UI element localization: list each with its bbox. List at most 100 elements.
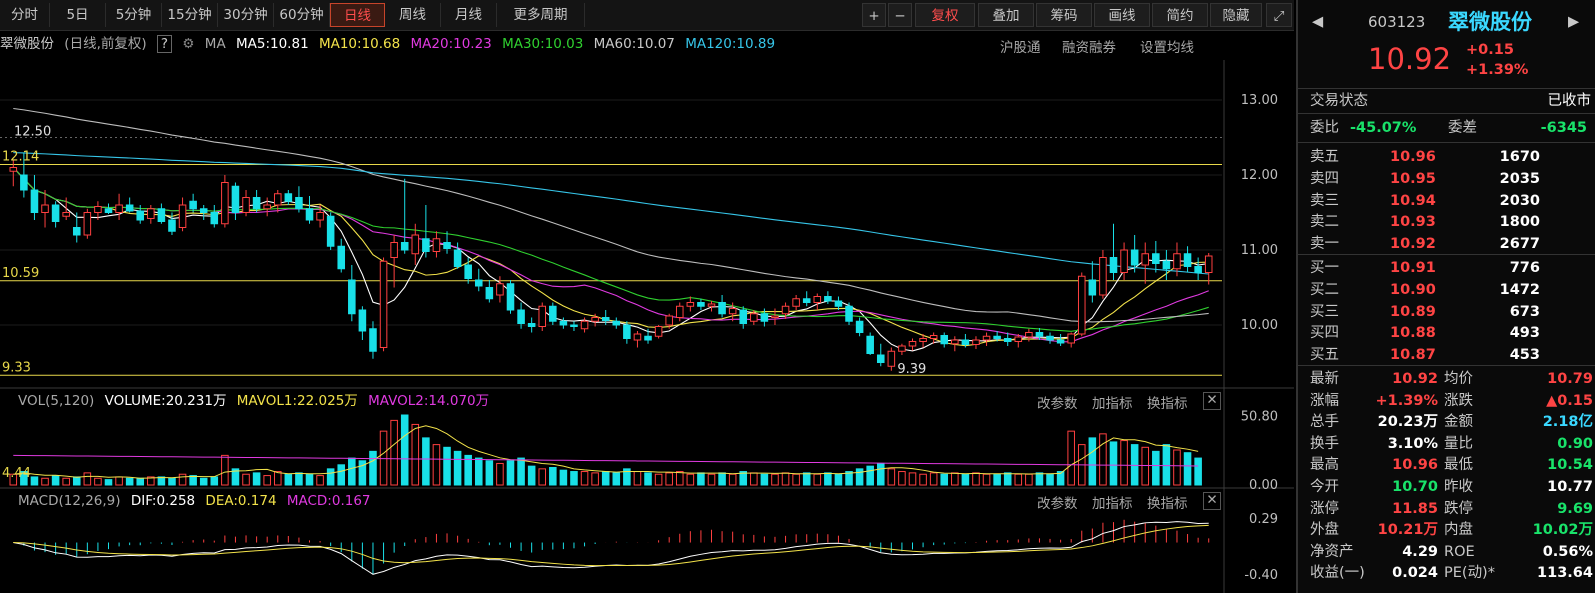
stat-value: 0.90 xyxy=(1557,435,1593,452)
period-tab[interactable]: 15分钟 xyxy=(162,3,218,27)
draw-button[interactable]: 画线 xyxy=(1094,3,1150,27)
volume-bar xyxy=(813,473,822,486)
price-tick: 12.00 xyxy=(1241,168,1278,183)
candle-body xyxy=(855,320,864,333)
overlay-button[interactable]: 叠加 xyxy=(978,3,1034,27)
candle-body xyxy=(104,208,113,213)
volume-bar xyxy=(41,477,49,486)
macd-dif: DIF:0.258 xyxy=(130,493,196,509)
stat-row: 最高 10.96 最低 10.54 xyxy=(1298,454,1595,476)
fullscreen-icon[interactable]: ⤢ xyxy=(1266,3,1292,27)
volume-bar xyxy=(633,471,642,486)
volume-bar xyxy=(750,472,758,486)
chevron-right-icon[interactable]: ▶ xyxy=(1568,10,1579,34)
vol-switch-button[interactable]: 换指标 xyxy=(1147,392,1188,412)
candle-body xyxy=(221,182,229,225)
stat-value: 10.02万 xyxy=(1532,522,1593,539)
chips-button[interactable]: 筹码 xyxy=(1036,3,1092,27)
volume-bar xyxy=(1152,450,1160,486)
candle-body xyxy=(908,341,917,347)
stat-value: 0.024 xyxy=(1392,565,1438,582)
volume-bar xyxy=(453,450,462,486)
volume-bar xyxy=(30,476,39,486)
vol-mavol2: MAVOL2:14.070万 xyxy=(368,393,490,409)
stat-row: 换手 3.10% 量比 0.90 xyxy=(1298,433,1595,455)
vol-legend: VOL(5,120) VOLUME:20.231万 MAVOL1:22.025万… xyxy=(0,390,495,412)
volume-bar xyxy=(993,473,1001,486)
candle-body xyxy=(411,234,420,255)
volume-bar xyxy=(390,419,398,486)
candle-body xyxy=(210,212,219,225)
volume-bar xyxy=(252,472,261,486)
volume-bar xyxy=(1162,444,1171,486)
period-tab[interactable]: 更多周期 xyxy=(497,3,585,27)
level-volume: 1670 xyxy=(1499,149,1540,165)
period-tab[interactable]: 周线 xyxy=(385,3,441,27)
period-tab[interactable]: 5分钟 xyxy=(106,3,162,27)
restore-button[interactable]: 复权 xyxy=(915,3,975,27)
stat-value: ▲0.15 xyxy=(1546,392,1593,409)
volume-bar xyxy=(686,473,695,486)
candle-body xyxy=(337,245,346,270)
macd-params-button[interactable]: 改参数 xyxy=(1037,492,1078,512)
price-tick: 11.00 xyxy=(1241,243,1278,258)
stat-label: 最高 xyxy=(1310,457,1339,474)
candle-body xyxy=(982,335,991,341)
period-tab[interactable]: 月线 xyxy=(441,3,497,27)
volume-bar xyxy=(612,472,621,486)
candle-body xyxy=(94,206,102,213)
macd-close-icon[interactable]: ✕ xyxy=(1203,492,1221,510)
hide-button[interactable]: 隐藏 xyxy=(1210,3,1262,27)
period-tab[interactable]: 日线 xyxy=(330,3,385,27)
brief-button[interactable]: 简约 xyxy=(1152,3,1208,27)
volume-bar xyxy=(887,468,896,486)
period-tab[interactable]: 60分钟 xyxy=(274,3,330,27)
volume-bar xyxy=(369,450,377,486)
candle-body xyxy=(432,238,441,252)
level-label: 买四 xyxy=(1310,325,1339,342)
volume-bar xyxy=(94,477,102,486)
chevron-left-icon[interactable]: ◀ xyxy=(1312,10,1323,34)
level-price: 10.90 xyxy=(1390,281,1436,298)
macd-switch-button[interactable]: 换指标 xyxy=(1147,492,1188,512)
level-price: 10.92 xyxy=(1390,236,1436,253)
vol-params-button[interactable]: 改参数 xyxy=(1037,392,1078,412)
stat-value: 11.85 xyxy=(1392,500,1438,517)
macd-value: MACD:0.167 xyxy=(286,493,371,509)
volume-bar xyxy=(72,476,81,486)
chart-area[interactable]: 翠微股份 (日线,前复权) ? ⚙ MA MA5:10.81 MA10:10.6… xyxy=(0,30,1294,593)
ma20-line xyxy=(12,167,1209,343)
candle-body xyxy=(369,328,377,352)
period-tab[interactable]: 5日 xyxy=(50,3,106,27)
stat-value: 10.92 xyxy=(1392,371,1438,387)
stat-label: 外盘 xyxy=(1310,522,1339,539)
candle-body xyxy=(125,204,134,212)
hline-label: 10.59 xyxy=(2,266,39,281)
candle-body xyxy=(898,345,906,352)
candle-body xyxy=(168,219,176,232)
macd-add-button[interactable]: 加指标 xyxy=(1092,492,1133,512)
zoom-in-button[interactable]: + xyxy=(862,3,886,27)
weibi-value: -45.07% xyxy=(1350,120,1417,136)
period-toolbar: 分时 5日 5分钟 15分钟 30分钟 60分钟 日线 周线 月线 更多周期 + − 复权 叠加 筹码 画线简… xyxy=(0,0,1294,31)
candle-body xyxy=(866,335,874,354)
volume-bar xyxy=(115,476,123,486)
stat-label: 涨跌 xyxy=(1444,392,1473,409)
period-tab[interactable]: 分时 xyxy=(0,3,50,27)
candle-body xyxy=(1035,332,1044,337)
price-change-pct: +1.39% xyxy=(1466,62,1529,78)
stat-row: 收益(一) 0.024 PE(动)* 113.64 xyxy=(1298,562,1595,584)
level-price: 10.89 xyxy=(1390,303,1436,320)
candle-body xyxy=(919,338,927,342)
vol-close-icon[interactable]: ✕ xyxy=(1203,392,1221,410)
candle-body xyxy=(760,313,769,322)
vol-add-button[interactable]: 加指标 xyxy=(1092,392,1133,412)
volume-bar xyxy=(559,469,568,486)
period-tab[interactable]: 30分钟 xyxy=(218,3,274,27)
level-price: 10.96 xyxy=(1390,149,1436,165)
volume-bar xyxy=(1003,472,1012,486)
price-tick: 13.00 xyxy=(1241,93,1278,108)
candle-body xyxy=(147,208,155,219)
zoom-out-button[interactable]: − xyxy=(888,3,912,27)
candle-body xyxy=(824,296,832,302)
